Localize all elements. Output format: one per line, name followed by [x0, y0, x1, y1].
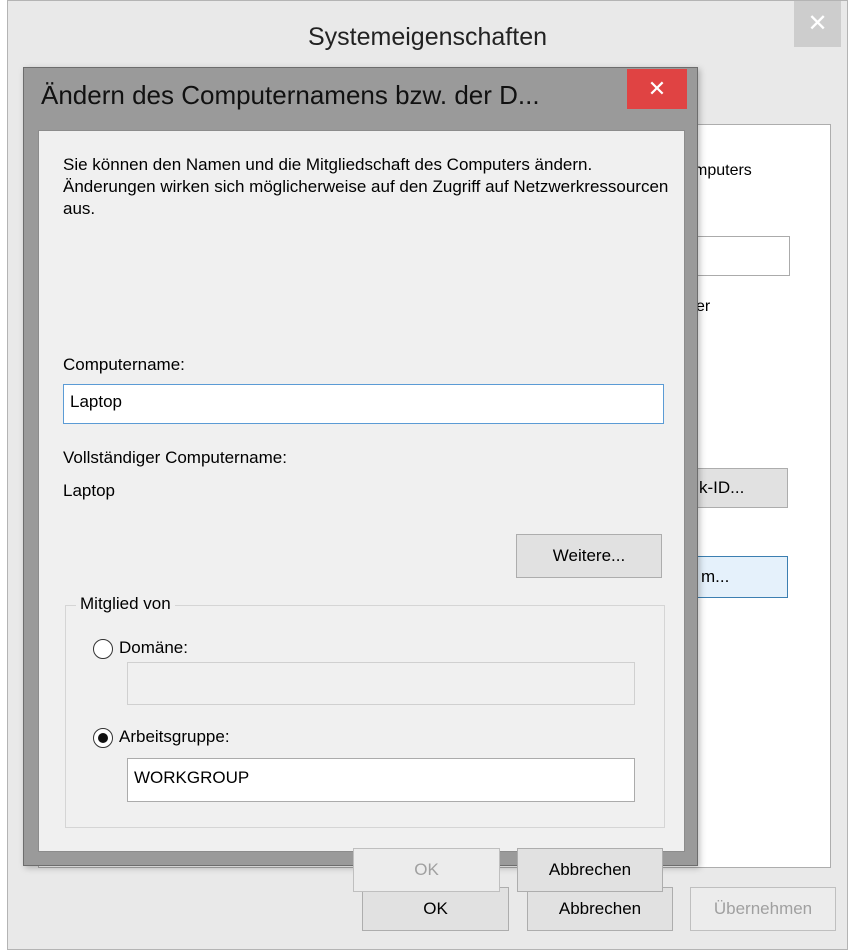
workgroup-input[interactable]: WORKGROUP: [127, 758, 635, 802]
workgroup-label: Arbeitsgruppe:: [119, 727, 230, 746]
cancel-button[interactable]: Abbrechen: [517, 848, 663, 892]
title-bar[interactable]: Systemeigenschaften ✕: [8, 1, 847, 73]
domain-label: Domäne:: [119, 638, 188, 657]
more-button[interactable]: Weitere...: [516, 534, 662, 578]
ok-button[interactable]: OK: [353, 848, 500, 892]
change-button[interactable]: m...: [686, 556, 788, 598]
domain-input[interactable]: [127, 662, 635, 705]
computer-name-input[interactable]: Laptop: [63, 384, 664, 424]
apply-button[interactable]: Übernehmen: [690, 887, 836, 931]
window-title: Systemeigenschaften: [307, 23, 548, 51]
dialog-title: Ändern des Computernamens bzw. der D...: [41, 80, 540, 110]
computer-name-dialog: Ändern des Computernamens bzw. der D... …: [23, 67, 698, 892]
domain-radio[interactable]: [93, 639, 113, 659]
network-id-button[interactable]: k-ID...: [686, 468, 788, 508]
er-fragment: er: [696, 298, 711, 315]
ok-button[interactable]: OK: [362, 887, 509, 931]
description-input[interactable]: [696, 236, 790, 276]
close-icon[interactable]: ✕: [794, 1, 841, 47]
member-of-legend: Mitglied von: [76, 594, 175, 614]
full-computer-name-label: Vollständiger Computername:: [63, 448, 287, 467]
workgroup-radio[interactable]: [93, 728, 113, 748]
dialog-client-area: Sie können den Namen und die Mitgliedsch…: [38, 130, 685, 892]
computers-fragment: mputers: [694, 162, 752, 179]
full-computer-name-value: Laptop: [63, 481, 115, 500]
close-icon[interactable]: ✕: [627, 69, 687, 109]
dialog-description: Sie können den Namen und die Mitgliedsch…: [63, 155, 669, 218]
computer-name-label: Computername:: [63, 355, 185, 374]
cancel-button[interactable]: Abbrechen: [527, 887, 673, 931]
